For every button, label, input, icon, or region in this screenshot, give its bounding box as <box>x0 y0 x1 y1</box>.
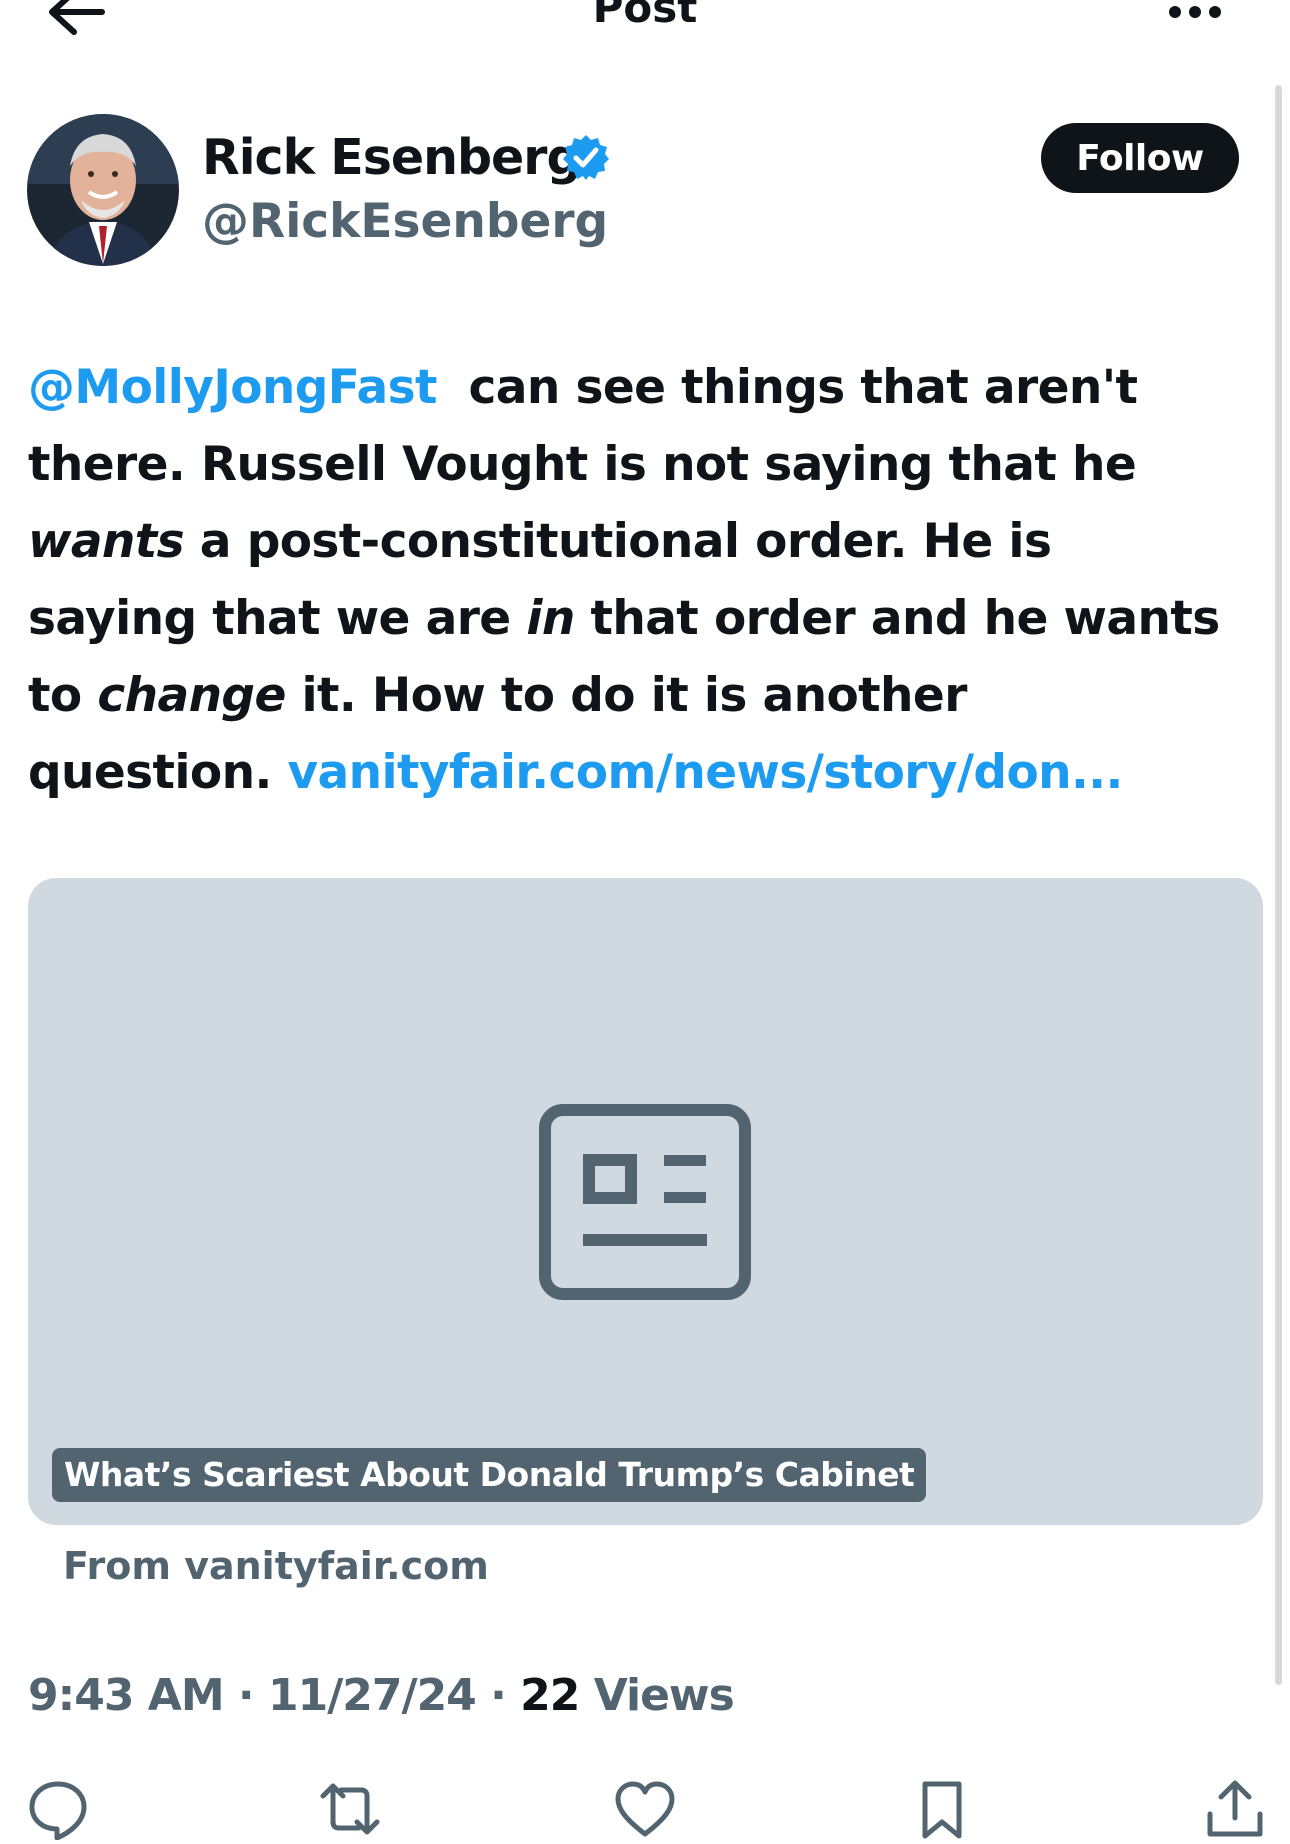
post-text-segment: question. <box>28 745 288 800</box>
post-text-segment: it. How to do it is another <box>285 668 968 723</box>
post-line: there. Russell Vought is not saying that… <box>28 426 1273 503</box>
author-handle[interactable]: @RickEsenberg <box>202 192 608 252</box>
like-icon[interactable] <box>614 1778 676 1840</box>
share-icon[interactable] <box>1204 1778 1266 1840</box>
post-text-italic: in <box>526 591 575 646</box>
post-text-segment: can see things that aren't <box>468 360 1138 415</box>
post-line: question. vanityfair.com/news/story/don.… <box>28 734 1273 811</box>
more-options-icon[interactable] <box>1160 0 1230 30</box>
verified-badge-icon <box>562 133 610 181</box>
post-text: @MollyJongFast can see things that aren'… <box>28 349 1273 811</box>
views-count: 22 <box>520 1670 580 1721</box>
follow-button[interactable]: Follow <box>1041 123 1239 193</box>
post-text-segment: to <box>28 668 98 723</box>
post-text-segment: there. Russell Vought is not saying that… <box>28 437 1137 492</box>
avatar[interactable] <box>27 114 179 266</box>
post-line: saying that we are in that order and he … <box>28 580 1273 657</box>
meta-separator: · <box>475 1670 521 1721</box>
post-text-italic: wants <box>28 514 185 569</box>
post-line: @MollyJongFast can see things that aren'… <box>28 349 1273 426</box>
repost-icon[interactable] <box>319 1778 381 1840</box>
article-icon <box>538 1103 752 1301</box>
card-title: What’s Scariest About Donald Trump’s Cab… <box>52 1448 927 1502</box>
post-text-italic: change <box>97 668 286 723</box>
mention-link[interactable]: @MollyJongFast <box>28 360 438 415</box>
post-text-segment: that order and he wants <box>574 591 1220 646</box>
author-name[interactable]: Rick Esenberg <box>202 128 582 188</box>
post-line: wants a post-constitutional order. He is <box>28 503 1273 580</box>
meta-separator: · <box>223 1670 268 1721</box>
link-preview-card[interactable]: What’s Scariest About Donald Trump’s Cab… <box>28 878 1263 1525</box>
scrollbar[interactable] <box>1275 85 1282 1685</box>
article-link[interactable]: vanityfair.com/news/story/don... <box>288 745 1124 800</box>
reply-icon[interactable] <box>27 1778 89 1841</box>
views-label: Views <box>579 1670 735 1721</box>
post-meta: 9:43 AM · 11/27/24 · 22 Views <box>28 1666 735 1726</box>
card-source[interactable]: From vanityfair.com <box>63 1538 489 1594</box>
bookmark-icon[interactable] <box>911 1778 973 1840</box>
post-line: to change it. How to do it is another <box>28 657 1273 734</box>
post-time[interactable]: 9:43 AM <box>28 1670 225 1721</box>
page-title: Post <box>592 0 698 32</box>
post-text-segment: a post-constitutional order. He is <box>184 514 1052 569</box>
post-date[interactable]: 11/27/24 <box>268 1670 477 1721</box>
post-text-segment: saying that we are <box>28 591 527 646</box>
